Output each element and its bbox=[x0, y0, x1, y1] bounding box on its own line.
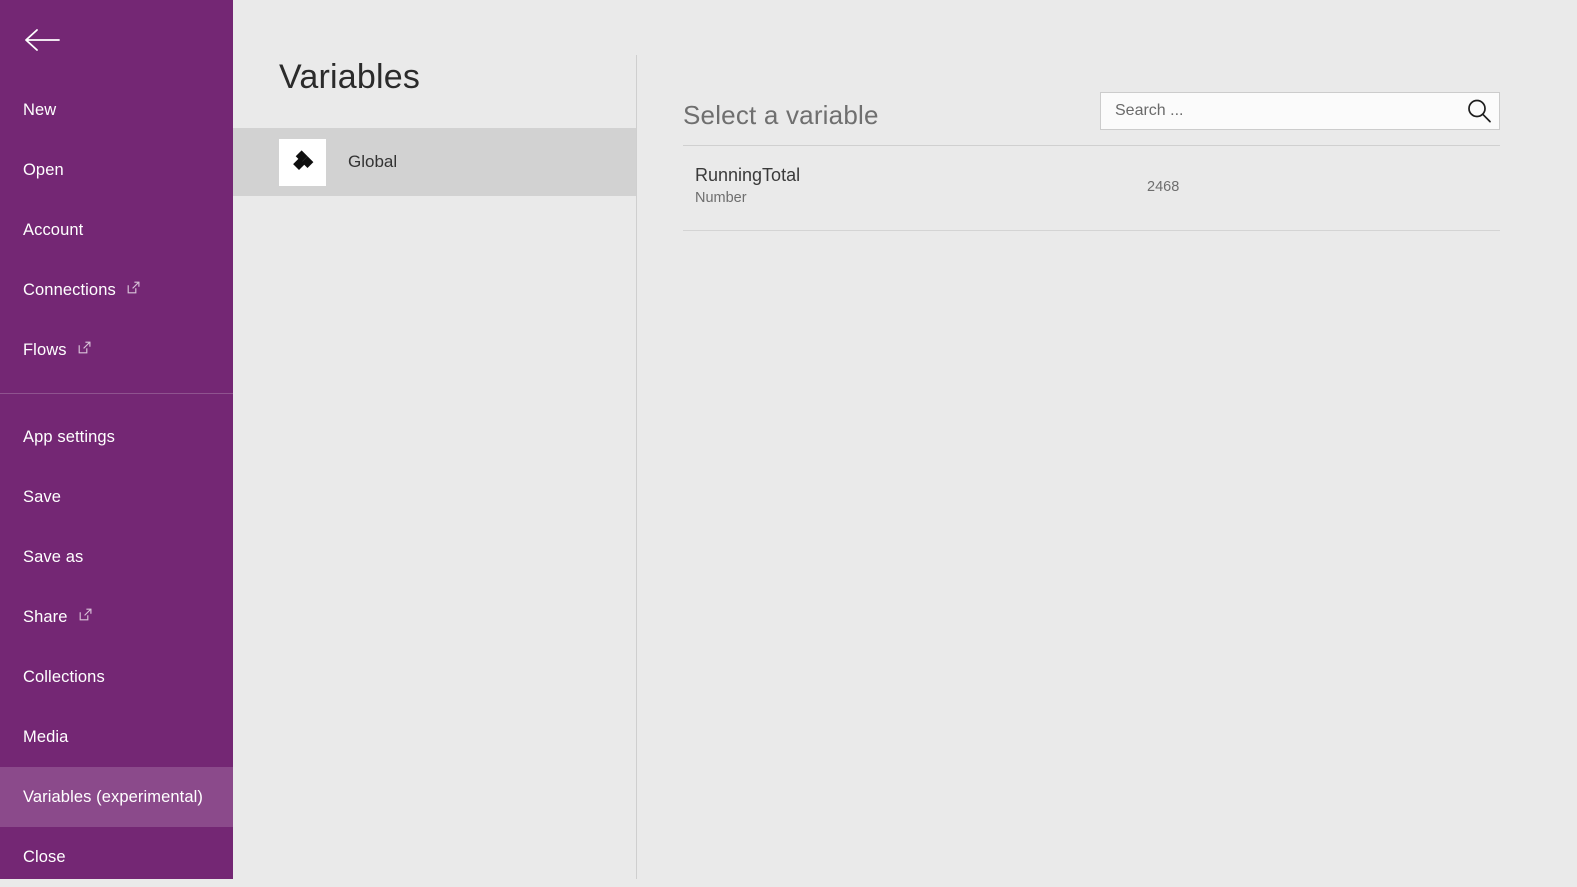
sidebar-divider-gap bbox=[0, 394, 233, 407]
sidebar-divider-gap bbox=[0, 380, 233, 393]
sidebar-item-label: Share bbox=[23, 607, 68, 626]
sidebar-item-flows[interactable]: Flows bbox=[0, 320, 233, 380]
sidebar-item-variables-experimental[interactable]: Variables (experimental) bbox=[0, 767, 233, 827]
variables-content: Select a variable RunningTotal Number 2468 bbox=[637, 0, 1577, 879]
back-arrow-icon bbox=[22, 26, 62, 54]
sidebar-item-label: Variables (experimental) bbox=[23, 787, 204, 806]
sidebar-item-label: Close bbox=[23, 847, 66, 866]
sidebar-item-collections[interactable]: Collections bbox=[0, 647, 233, 707]
sidebar-item-label: Connections bbox=[23, 280, 116, 299]
sidebar-item-account[interactable]: Account bbox=[0, 200, 233, 260]
page-title: Variables bbox=[279, 58, 421, 96]
open-in-new-window-icon bbox=[78, 340, 91, 353]
variable-scope-item-global[interactable]: Global bbox=[233, 128, 637, 196]
sidebar-item-label: Account bbox=[23, 220, 84, 239]
select-a-variable-heading: Select a variable bbox=[683, 100, 879, 130]
sidebar-item-label: New bbox=[23, 100, 57, 119]
variable-type: Number bbox=[695, 190, 747, 206]
variable-scope-label: Global bbox=[348, 152, 398, 171]
sidebar-item-app-settings[interactable]: App settings bbox=[0, 407, 233, 467]
sidebar-item-label: Open bbox=[23, 160, 64, 179]
global-variables-diamonds-icon bbox=[279, 138, 326, 186]
sidebar-item-save-as[interactable]: Save as bbox=[0, 527, 233, 587]
sidebar-item-label: Collections bbox=[23, 667, 105, 686]
backstage-sidebar: New Open Account Connections Flows App settin… bbox=[0, 0, 233, 879]
sidebar-item-save[interactable]: Save bbox=[0, 467, 233, 527]
sidebar-item-label: App settings bbox=[23, 427, 116, 446]
sidebar-item-media[interactable]: Media bbox=[0, 707, 233, 767]
back-button[interactable] bbox=[0, 0, 233, 80]
variable-name: RunningTotal bbox=[695, 165, 801, 185]
sidebar-item-label: Media bbox=[23, 727, 69, 746]
open-in-new-window-icon bbox=[127, 280, 140, 293]
sidebar-item-share[interactable]: Share bbox=[0, 587, 233, 647]
power-apps-backstage-variables-screen: New Open Account Connections Flows App settin… bbox=[0, 0, 1577, 879]
variable-row[interactable]: RunningTotal Number 2468 bbox=[683, 146, 1500, 231]
sidebar-item-close[interactable]: Close bbox=[0, 827, 233, 887]
variables-table: RunningTotal Number 2468 bbox=[683, 146, 1500, 231]
sidebar-item-label: Save as bbox=[23, 547, 84, 566]
sidebar-item-new[interactable]: New bbox=[0, 80, 233, 140]
search-box bbox=[1100, 92, 1500, 130]
sidebar-item-open[interactable]: Open bbox=[0, 140, 233, 200]
sidebar-nav-list: New Open Account Connections Flows App settin… bbox=[0, 80, 233, 887]
content-header: Select a variable bbox=[683, 0, 1500, 130]
sidebar-item-label: Flows bbox=[23, 340, 67, 359]
variables-panel: Variables Global bbox=[233, 0, 637, 879]
search-input[interactable] bbox=[1100, 92, 1500, 130]
sidebar-item-connections[interactable]: Connections bbox=[0, 260, 233, 320]
open-in-new-window-icon bbox=[79, 607, 92, 620]
sidebar-item-label: Save bbox=[23, 487, 62, 506]
variable-scope-list: Global bbox=[233, 128, 637, 196]
variable-value: 2468 bbox=[1147, 179, 1180, 195]
variable-identity: RunningTotal Number bbox=[695, 164, 1147, 208]
